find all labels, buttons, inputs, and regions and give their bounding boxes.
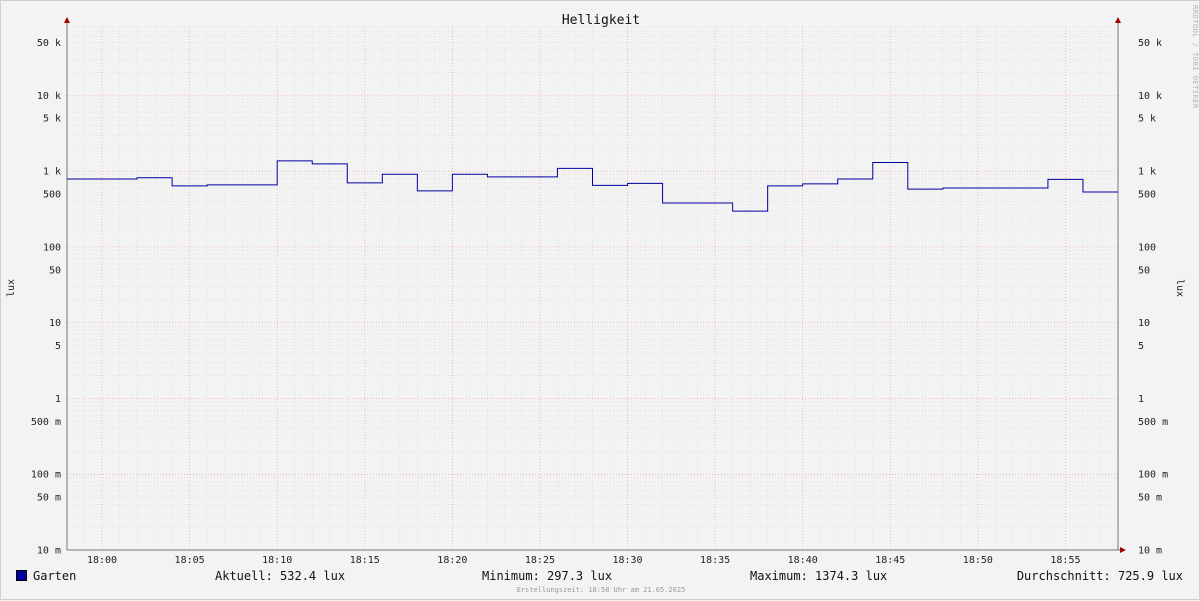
legend-minimum: Minimum: 297.3 lux bbox=[482, 569, 613, 583]
x-axis-arrow bbox=[1120, 547, 1126, 553]
y-tick-labels-right: 50 k 10 k 5 k 1 k 500 100 50 10 5 1 500 m 100 m 50 m… bbox=[1138, 38, 1168, 557]
y-tick-label-left: 10 k bbox=[37, 91, 61, 102]
y-tick-label-left: 50 k bbox=[37, 38, 61, 49]
y-tick-label-left: 50 bbox=[49, 265, 61, 276]
y-tick-label-left: 50 m bbox=[37, 493, 61, 504]
y-tick-label-left: 10 m bbox=[37, 546, 61, 557]
y-tick-label-left: 500 bbox=[43, 189, 61, 200]
y-tick-label-right: 500 m bbox=[1138, 417, 1168, 428]
y-tick-label-right: 10 m bbox=[1138, 546, 1162, 557]
x-tick-label: 18:35 bbox=[700, 555, 730, 566]
y-tick-label-right: 500 bbox=[1138, 189, 1156, 200]
chart-title: Helligkeit bbox=[562, 13, 640, 28]
x-tick-label: 18:30 bbox=[612, 555, 642, 566]
legend-maximum: Maximum: 1374.3 lux bbox=[750, 569, 888, 583]
x-tick-label: 18:25 bbox=[525, 555, 555, 566]
x-tick-label: 18:55 bbox=[1050, 555, 1080, 566]
x-tick-label: 18:45 bbox=[875, 555, 905, 566]
y-tick-label-right: 50 k bbox=[1138, 38, 1162, 49]
legend-current: Aktuell: 532.4 lux bbox=[215, 569, 346, 583]
y-tick-label-left: 500 m bbox=[31, 417, 61, 428]
y-tick-label-right: 1 bbox=[1138, 394, 1144, 405]
legend-series-name: Garten bbox=[33, 569, 77, 583]
y-axis-arrow-left bbox=[64, 17, 70, 23]
x-tick-label: 18:50 bbox=[963, 555, 993, 566]
y-tick-label-right: 5 bbox=[1138, 341, 1144, 352]
creation-timestamp: Erstellungszeit: 18:58 Uhr am 21.05.2025 bbox=[516, 586, 686, 594]
grid bbox=[66, 26, 1119, 551]
x-tick-label: 18:05 bbox=[175, 555, 205, 566]
y-tick-label-right: 50 m bbox=[1138, 493, 1162, 504]
y-tick-label-left: 100 bbox=[43, 242, 61, 253]
y-axis-label-right: lux bbox=[1174, 279, 1185, 297]
y-tick-label-left: 1 bbox=[55, 394, 61, 405]
x-tick-labels: 18:00 18:05 18:10 18:15 18:20 18:25 18:30 18:35… bbox=[87, 555, 1081, 566]
y-tick-label-right: 5 k bbox=[1138, 114, 1156, 125]
y-tick-label-left: 1 k bbox=[43, 167, 61, 178]
y-axis-arrow-right bbox=[1115, 17, 1121, 23]
axes bbox=[64, 17, 1126, 553]
y-tick-label-right: 1 k bbox=[1138, 167, 1156, 178]
legend-series: Garten bbox=[16, 569, 76, 583]
x-tick-label: 18:10 bbox=[262, 555, 292, 566]
x-tick-label: 18:00 bbox=[87, 555, 117, 566]
y-tick-label-right: 50 bbox=[1138, 265, 1150, 276]
y-tick-label-left: 5 k bbox=[43, 114, 61, 125]
chart-container: 50 k 10 k 5 k 1 k 500 100 50 10 5 1 500 m 100 m 50 m… bbox=[0, 0, 1200, 600]
y-tick-label-right: 10 k bbox=[1138, 91, 1162, 102]
y-tick-label-right: 100 bbox=[1138, 242, 1156, 253]
watermark: RRDTOOL / TOBI OETIKER bbox=[1191, 5, 1199, 109]
x-tick-label: 18:20 bbox=[437, 555, 467, 566]
y-tick-label-left: 10 bbox=[49, 318, 61, 329]
y-axis-label-left: lux bbox=[6, 279, 17, 297]
y-tick-label-right: 100 m bbox=[1138, 470, 1168, 481]
chart-svg: 50 k 10 k 5 k 1 k 500 100 50 10 5 1 500 m 100 m 50 m… bbox=[6, 13, 1185, 566]
legend-swatch bbox=[16, 570, 27, 581]
y-tick-label-left: 100 m bbox=[31, 470, 61, 481]
legend-average: Durchschnitt: 725.9 lux bbox=[1016, 569, 1183, 583]
x-tick-label: 18:40 bbox=[788, 555, 818, 566]
y-tick-label-right: 10 bbox=[1138, 318, 1150, 329]
y-tick-labels-left: 50 k 10 k 5 k 1 k 500 100 50 10 5 1 500 m 100 m 50 m… bbox=[31, 38, 61, 557]
y-tick-label-left: 5 bbox=[55, 341, 61, 352]
x-tick-label: 18:15 bbox=[350, 555, 380, 566]
